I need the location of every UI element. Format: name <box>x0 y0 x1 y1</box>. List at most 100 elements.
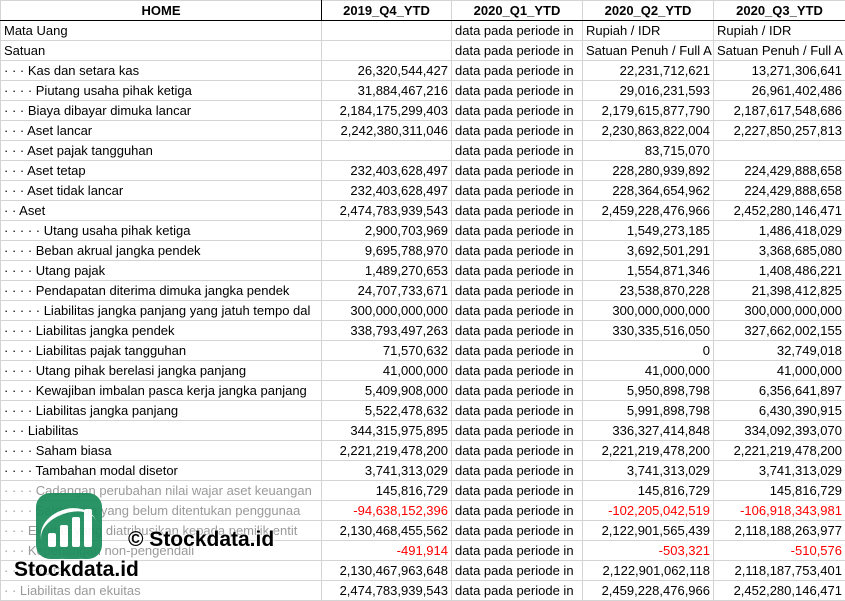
row-label-cell[interactable]: · · Aset <box>0 200 322 221</box>
row-label-cell[interactable]: · · · Liabilitas <box>0 420 322 441</box>
value-cell[interactable]: 2,227,850,257,813 <box>713 120 845 141</box>
value-cell[interactable]: data pada periode in <box>451 540 583 561</box>
value-cell[interactable]: 13,271,306,641 <box>713 60 845 81</box>
value-cell[interactable]: 5,950,898,798 <box>582 380 714 401</box>
row-label-cell[interactable]: · · · Biaya dibayar dimuka lancar <box>0 100 322 121</box>
value-cell[interactable]: 232,403,628,497 <box>321 160 452 181</box>
value-cell[interactable]: 145,816,729 <box>713 480 845 501</box>
value-cell[interactable]: 23,538,870,228 <box>582 280 714 301</box>
value-cell[interactable]: 3,368,685,080 <box>713 240 845 261</box>
value-cell[interactable]: -94,638,152,396 <box>321 500 452 521</box>
value-cell[interactable]: data pada periode in <box>451 100 583 121</box>
value-cell[interactable]: data pada periode in <box>451 220 583 241</box>
value-cell[interactable]: data pada periode in <box>451 120 583 141</box>
value-cell[interactable]: -491,914 <box>321 540 452 561</box>
value-cell[interactable]: data pada periode in <box>451 380 583 401</box>
value-cell[interactable]: 224,429,888,658 <box>713 180 845 201</box>
value-cell[interactable]: 41,000,000 <box>713 360 845 381</box>
value-cell[interactable]: 2,179,615,877,790 <box>582 100 714 121</box>
value-cell[interactable]: data pada periode in <box>451 260 583 281</box>
value-cell[interactable]: 2,452,280,146,471 <box>713 580 845 601</box>
value-cell[interactable]: data pada periode in <box>451 400 583 421</box>
row-label-cell[interactable]: · · · Aset tetap <box>0 160 322 181</box>
value-cell[interactable]: 6,430,390,915 <box>713 400 845 421</box>
value-cell[interactable]: 26,961,402,486 <box>713 80 845 101</box>
value-cell[interactable]: data pada periode in <box>451 240 583 261</box>
value-cell[interactable]: 22,231,712,621 <box>582 60 714 81</box>
row-label-cell[interactable]: · · · Ekuitas yang diatribusikan kepada … <box>0 520 322 541</box>
value-cell[interactable]: data pada periode in <box>451 360 583 381</box>
row-label-cell[interactable]: · · · · Piutang usaha pihak ketiga <box>0 80 322 101</box>
value-cell[interactable]: 1,489,270,653 <box>321 260 452 281</box>
column-header-2019-q4[interactable]: 2019_Q4_YTD <box>321 0 452 21</box>
value-cell[interactable]: data pada periode in <box>451 480 583 501</box>
value-cell[interactable]: data pada periode in <box>451 280 583 301</box>
value-cell[interactable]: 2,221,219,478,200 <box>713 440 845 461</box>
value-cell[interactable]: 2,474,783,939,543 <box>321 200 452 221</box>
row-label-cell[interactable]: · · · Ekuitas <box>0 560 322 581</box>
value-cell[interactable]: data pada periode in <box>451 60 583 81</box>
row-label-cell[interactable]: · · · Kepentingan non-pengendali <box>0 540 322 561</box>
value-cell[interactable]: data pada periode in <box>451 300 583 321</box>
value-cell[interactable]: 6,356,641,897 <box>713 380 845 401</box>
row-label-cell[interactable]: · · Liabilitas dan ekuitas <box>0 580 322 601</box>
column-header-2020-q1[interactable]: 2020_Q1_YTD <box>451 0 583 21</box>
value-cell[interactable]: 26,320,544,427 <box>321 60 452 81</box>
value-cell[interactable]: 2,118,188,263,977 <box>713 520 845 541</box>
value-cell[interactable]: data pada periode in <box>451 140 583 161</box>
value-cell[interactable] <box>321 140 452 161</box>
value-cell[interactable]: 2,130,467,963,648 <box>321 560 452 581</box>
value-cell[interactable]: 2,459,228,476,966 <box>582 200 714 221</box>
value-cell[interactable]: 3,741,313,029 <box>713 460 845 481</box>
value-cell[interactable]: 145,816,729 <box>321 480 452 501</box>
value-cell[interactable]: 3,741,313,029 <box>582 460 714 481</box>
value-cell[interactable]: 2,452,280,146,471 <box>713 200 845 221</box>
row-label-cell[interactable]: · · · · Utang pihak berelasi jangka panj… <box>0 360 322 381</box>
row-label-cell[interactable]: Mata Uang <box>0 20 322 41</box>
row-label-cell[interactable]: · · · · Tambahan modal disetor <box>0 460 322 481</box>
value-cell[interactable] <box>713 140 845 161</box>
value-cell[interactable]: 2,130,468,455,562 <box>321 520 452 541</box>
value-cell[interactable]: 336,327,414,848 <box>582 420 714 441</box>
row-label-cell[interactable]: · · · · Saldo laba yang belum ditentukan… <box>0 500 322 521</box>
value-cell[interactable]: 83,715,070 <box>582 140 714 161</box>
value-cell[interactable] <box>321 40 452 61</box>
value-cell[interactable]: 344,315,975,895 <box>321 420 452 441</box>
value-cell[interactable]: 228,280,939,892 <box>582 160 714 181</box>
row-label-cell[interactable]: · · · · Pendapatan diterima dimuka jangk… <box>0 280 322 301</box>
row-label-cell[interactable]: · · · Aset lancar <box>0 120 322 141</box>
value-cell[interactable]: 327,662,002,155 <box>713 320 845 341</box>
value-cell[interactable]: data pada periode in <box>451 180 583 201</box>
value-cell[interactable]: -510,576 <box>713 540 845 561</box>
value-cell[interactable]: 3,692,501,291 <box>582 240 714 261</box>
value-cell[interactable]: 300,000,000,000 <box>321 300 452 321</box>
value-cell[interactable]: 2,221,219,478,200 <box>582 440 714 461</box>
row-label-cell[interactable]: · · · · Saham biasa <box>0 440 322 461</box>
value-cell[interactable]: data pada periode in <box>451 420 583 441</box>
value-cell[interactable]: 338,793,497,263 <box>321 320 452 341</box>
value-cell[interactable]: 5,409,908,000 <box>321 380 452 401</box>
value-cell[interactable]: 2,242,380,311,046 <box>321 120 452 141</box>
value-cell[interactable]: data pada periode in <box>451 40 583 61</box>
value-cell[interactable]: 2,118,187,753,401 <box>713 560 845 581</box>
column-header-2020-q3[interactable]: 2020_Q3_YTD <box>713 0 845 21</box>
value-cell[interactable]: -102,205,042,519 <box>582 500 714 521</box>
row-label-cell[interactable]: Satuan <box>0 40 322 61</box>
value-cell[interactable]: Satuan Penuh / Full A <box>713 40 845 61</box>
row-label-cell[interactable]: · · · Kas dan setara kas <box>0 60 322 81</box>
value-cell[interactable]: 2,230,863,822,004 <box>582 120 714 141</box>
row-label-cell[interactable]: · · · · Liabilitas jangka panjang <box>0 400 322 421</box>
value-cell[interactable]: data pada periode in <box>451 340 583 361</box>
value-cell[interactable]: 228,364,654,962 <box>582 180 714 201</box>
row-label-cell[interactable]: · · · · Beban akrual jangka pendek <box>0 240 322 261</box>
value-cell[interactable]: 1,486,418,029 <box>713 220 845 241</box>
value-cell[interactable]: data pada periode in <box>451 500 583 521</box>
value-cell[interactable]: 29,016,231,593 <box>582 80 714 101</box>
value-cell[interactable]: 5,522,478,632 <box>321 400 452 421</box>
value-cell[interactable]: 334,092,393,070 <box>713 420 845 441</box>
value-cell[interactable]: 1,408,486,221 <box>713 260 845 281</box>
value-cell[interactable]: -503,321 <box>582 540 714 561</box>
value-cell[interactable]: 300,000,000,000 <box>582 300 714 321</box>
value-cell[interactable]: Rupiah / IDR <box>582 20 714 41</box>
value-cell[interactable]: 41,000,000 <box>582 360 714 381</box>
